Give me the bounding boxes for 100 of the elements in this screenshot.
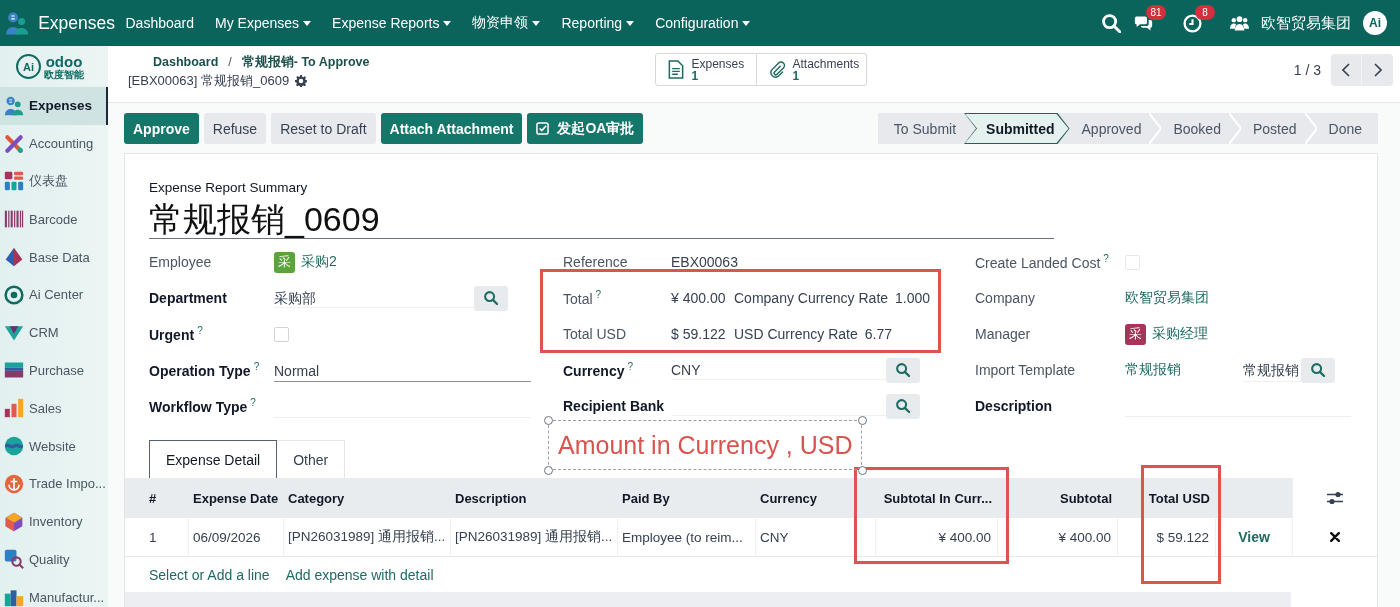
breadcrumb-link[interactable]: Dashboard xyxy=(153,55,219,69)
table-cell: [PN26031989] 通用报销... xyxy=(450,518,617,556)
field-label: Reference xyxy=(563,254,629,270)
menu-item[interactable]: 物资申领 xyxy=(461,0,551,46)
company-switcher[interactable]: 欧智贸易集团 xyxy=(1261,13,1351,33)
action-button[interactable]: Approve xyxy=(124,113,199,144)
status-stage[interactable]: Submitted xyxy=(964,113,1070,144)
handle-icon[interactable] xyxy=(544,466,553,475)
avatar: 采 xyxy=(1125,323,1146,345)
column-header[interactable]: # xyxy=(125,478,188,518)
checkbox[interactable] xyxy=(1125,254,1140,270)
search-icon[interactable] xyxy=(1102,13,1121,33)
field-link[interactable]: 采购经理 xyxy=(1152,325,1208,343)
field-value: ¥ 400.00 xyxy=(671,290,727,306)
add-line-link[interactable]: Add expense with detail xyxy=(285,566,434,583)
handle-icon[interactable] xyxy=(858,416,867,425)
people-icon xyxy=(4,95,24,116)
sidebar-item[interactable]: 仪表盘 xyxy=(0,162,108,201)
column-header[interactable]: Expense Date xyxy=(188,478,283,518)
view-link[interactable]: View xyxy=(1238,529,1270,545)
document-icon xyxy=(667,60,684,79)
menu-item[interactable]: Dashboard xyxy=(115,0,205,46)
status-stage[interactable]: Posted xyxy=(1240,113,1317,144)
anchor-icon xyxy=(4,473,24,494)
menu-item[interactable]: My Expenses xyxy=(204,0,322,46)
status-stage[interactable]: Done xyxy=(1316,113,1378,144)
search-button[interactable] xyxy=(886,393,920,419)
status-stage[interactable]: Booked xyxy=(1161,113,1241,144)
search-button[interactable] xyxy=(474,285,508,311)
people-icon[interactable] xyxy=(6,11,29,35)
delete-icon[interactable] xyxy=(1330,532,1340,542)
sidebar-item[interactable]: Barcode xyxy=(0,200,108,239)
input-field[interactable]: 采购部 xyxy=(274,288,474,308)
breadcrumb-link[interactable]: 常规报销- To Approve xyxy=(241,53,370,71)
sidebar-item[interactable]: Expenses xyxy=(0,87,108,125)
sidebar-item[interactable]: Accounting xyxy=(0,124,108,163)
gear-icon[interactable] xyxy=(295,75,308,87)
menu-item[interactable]: Expense Reports xyxy=(321,0,462,46)
table-cell: ¥ 400.00 xyxy=(997,518,1117,556)
search-icon xyxy=(1311,363,1325,377)
search-button[interactable] xyxy=(1301,357,1335,383)
sidebar-item[interactable]: Quality xyxy=(0,540,108,579)
sliders-icon[interactable] xyxy=(1327,491,1343,505)
notification-badge: 81 xyxy=(1146,4,1166,20)
caret-icon xyxy=(443,20,452,26)
action-button[interactable]: Reset to Draft xyxy=(271,113,376,144)
input-field[interactable]: CNY xyxy=(671,360,886,380)
handle-icon[interactable] xyxy=(544,416,553,425)
user-avatar[interactable]: Ai xyxy=(1363,11,1387,35)
select-field[interactable]: Normal xyxy=(274,358,531,382)
column-header[interactable]: Total USD xyxy=(1117,478,1215,518)
field-value: $ 59.122 xyxy=(671,326,727,342)
sidebar-item[interactable]: Purchase xyxy=(0,351,108,390)
title-field[interactable]: 常规报销_0609 xyxy=(149,199,1054,239)
sidebar-item[interactable]: Sales xyxy=(0,389,108,428)
clock-icon[interactable] xyxy=(1183,13,1202,33)
status-stage[interactable]: Approved xyxy=(1069,113,1162,144)
sidebar-item[interactable]: Trade Impo... xyxy=(0,464,108,503)
action-button[interactable]: 发起OA审批 xyxy=(527,113,644,144)
field-label: Operation Type $^{?}$ xyxy=(149,361,261,379)
sidebar-item[interactable]: CRM xyxy=(0,313,108,352)
field-link[interactable]: 采购2 xyxy=(301,253,337,271)
field-link[interactable]: 欧智贸易集团 xyxy=(1125,289,1209,307)
chevron-left-icon xyxy=(1342,62,1350,77)
field-link[interactable]: 常规报销 xyxy=(1125,361,1243,379)
table-cell: Employee (to reim... xyxy=(617,518,755,556)
column-header[interactable]: Subtotal In Curr... xyxy=(875,478,997,518)
app-name[interactable]: Expenses xyxy=(38,12,115,34)
field-label: Total $^{?}$ xyxy=(563,289,603,307)
sidebar-item[interactable]: Inventory xyxy=(0,502,108,541)
checkbox[interactable] xyxy=(274,326,289,342)
column-header[interactable]: Subtotal xyxy=(997,478,1117,518)
tab[interactable]: Other xyxy=(277,440,346,478)
tab[interactable]: Expense Detail xyxy=(149,440,278,478)
action-button[interactable]: Refuse xyxy=(203,113,267,144)
chevron-separator-icon xyxy=(1304,113,1317,144)
handle-icon[interactable] xyxy=(858,466,867,475)
smart-button[interactable]: Attachments 1 xyxy=(756,53,867,86)
add-line-link[interactable]: Select or Add a line xyxy=(149,566,270,583)
previous-button[interactable] xyxy=(1331,53,1362,86)
action-button[interactable]: Attach Attachment xyxy=(380,113,523,144)
search-button[interactable] xyxy=(886,357,920,383)
next-button[interactable] xyxy=(1362,53,1393,86)
sidebar-item[interactable]: Base Data xyxy=(0,238,108,276)
status-stage[interactable]: To Submit xyxy=(877,113,965,144)
sidebar-item[interactable]: Website xyxy=(0,427,108,465)
search-icon xyxy=(896,399,910,413)
column-header[interactable]: Category xyxy=(283,478,450,518)
menu-item[interactable]: Reporting xyxy=(550,0,645,46)
column-header[interactable]: Description xyxy=(450,478,617,518)
search-icon xyxy=(896,363,910,377)
smart-button[interactable]: Expenses 1 xyxy=(654,53,757,86)
sidebar-item[interactable]: Ai Center xyxy=(0,276,108,314)
sidebar-item[interactable]: Manufactur... xyxy=(0,578,108,607)
column-header[interactable]: Paid By xyxy=(617,478,755,518)
column-header[interactable]: Currency xyxy=(755,478,875,518)
wave-circle-icon xyxy=(4,436,24,457)
users-icon[interactable] xyxy=(1230,15,1249,31)
hexagon-icon xyxy=(4,511,24,532)
menu-item[interactable]: Configuration xyxy=(644,0,761,46)
